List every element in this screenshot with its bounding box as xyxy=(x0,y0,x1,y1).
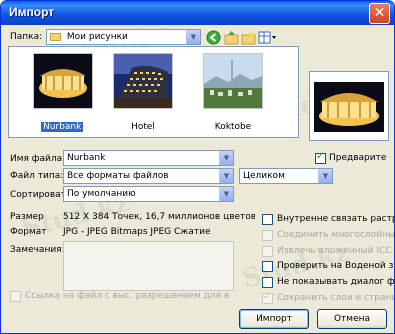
thumbnail-koktobe[interactable] xyxy=(203,53,263,109)
filename-input[interactable]: Nurbank ▼ xyxy=(63,150,234,166)
green-back-arrow-icon xyxy=(206,30,221,45)
size-label: Размер xyxy=(10,212,44,222)
checkmark-icon: ✓ xyxy=(316,151,325,162)
up-folder-icon xyxy=(224,31,239,45)
file-name-label[interactable]: Nurbank xyxy=(41,122,84,132)
notes-textarea xyxy=(63,241,234,291)
option-label: Сохранить слои и страницы xyxy=(277,293,394,303)
up-folder-button[interactable] xyxy=(224,30,239,45)
preview-pane xyxy=(309,71,389,141)
format-value: JPG - JPEG Bitmaps JPEG Сжатие xyxy=(63,227,211,237)
file-list-pane[interactable]: Nurbank Hotel Koktobe xyxy=(8,46,299,138)
filetype-option-value: Целиком xyxy=(243,171,285,181)
option-checkbox-extract-icc xyxy=(262,246,273,257)
folder-label: Папка: xyxy=(10,32,43,42)
option-label: Извлечь вложенный ICC профиль xyxy=(277,246,394,256)
preview-checkbox-label[interactable]: Предварите xyxy=(329,153,386,163)
file-name-label[interactable]: Hotel xyxy=(113,122,173,132)
link-file-label: Ссылка на файл с выс. разрешением для в xyxy=(25,291,230,301)
sort-value: По умолчанию xyxy=(67,189,136,199)
cancel-button[interactable]: Отмена xyxy=(317,309,387,329)
sort-select[interactable]: По умолчанию ▼ xyxy=(63,186,234,202)
option-checkbox-watermark[interactable] xyxy=(262,261,273,272)
chevron-down-icon[interactable]: ▼ xyxy=(186,30,200,44)
preview-image xyxy=(314,82,384,132)
option-checkbox-hide-filter-dialog[interactable] xyxy=(262,277,273,288)
option-checkbox-merge-layers xyxy=(262,230,273,241)
close-button[interactable]: ✕ xyxy=(369,3,390,24)
close-icon: ✕ xyxy=(373,5,386,21)
view-menu-button[interactable] xyxy=(258,30,278,45)
thumbnail-image xyxy=(204,54,262,108)
chevron-down-icon[interactable]: ▼ xyxy=(219,187,233,201)
back-button[interactable] xyxy=(206,30,221,45)
option-label: Соединить многослойный растр xyxy=(277,230,394,240)
chevron-down-icon[interactable]: ▼ xyxy=(318,169,332,183)
new-folder-button[interactable] xyxy=(241,30,256,45)
option-checkbox-link-internal[interactable] xyxy=(262,214,273,225)
thumbnail-image xyxy=(34,54,92,108)
import-button[interactable]: Импорт xyxy=(239,309,309,329)
thumbnail-nurbank[interactable] xyxy=(33,53,93,109)
notes-label: Замечания: xyxy=(10,245,65,255)
filename-value: Nurbank xyxy=(67,153,106,163)
folder-value: Мои рисунки xyxy=(66,32,128,42)
chevron-down-icon[interactable]: ▼ xyxy=(219,169,233,183)
import-dialog: Stud.kz Stud.kz Stud.kz Stud.kz Импорт ✕… xyxy=(0,0,395,334)
view-menu-icon xyxy=(258,31,276,44)
option-checkbox-keep-layers: ✓ xyxy=(262,291,273,304)
checkmark-icon: ✓ xyxy=(263,291,272,302)
size-value: 512 X 384 Точек, 16,7 миллионов цветов (… xyxy=(63,212,255,222)
option-label[interactable]: Внутренне связать растр xyxy=(277,214,394,224)
window-title: Импорт xyxy=(9,5,55,19)
filename-label: Имя файла: xyxy=(10,154,66,164)
file-name-label[interactable]: Koktobe xyxy=(203,122,263,132)
filetype-label: Файл типа: xyxy=(10,171,64,181)
chevron-down-icon[interactable]: ▼ xyxy=(219,151,233,165)
link-file-checkbox xyxy=(10,291,21,302)
filetype-value: Все форматы файлов xyxy=(67,171,169,181)
filetype-select[interactable]: Все форматы файлов ▼ xyxy=(63,168,234,184)
title-bar[interactable]: Импорт ✕ xyxy=(1,1,394,25)
thumbnail-image xyxy=(114,54,172,108)
option-label[interactable]: Проверить на Воденой знак. xyxy=(277,261,394,271)
folder-icon xyxy=(50,32,61,41)
format-label: Формат xyxy=(10,227,47,237)
filetype-option-select[interactable]: Целиком ▼ xyxy=(239,168,333,184)
preview-checkbox[interactable]: ✓ xyxy=(315,151,326,164)
new-folder-icon xyxy=(241,31,256,45)
option-label[interactable]: Не показывать диалог фильтра xyxy=(277,277,394,287)
thumbnail-hotel[interactable] xyxy=(113,53,173,109)
folder-select[interactable]: Мои рисунки ▼ xyxy=(46,29,201,45)
